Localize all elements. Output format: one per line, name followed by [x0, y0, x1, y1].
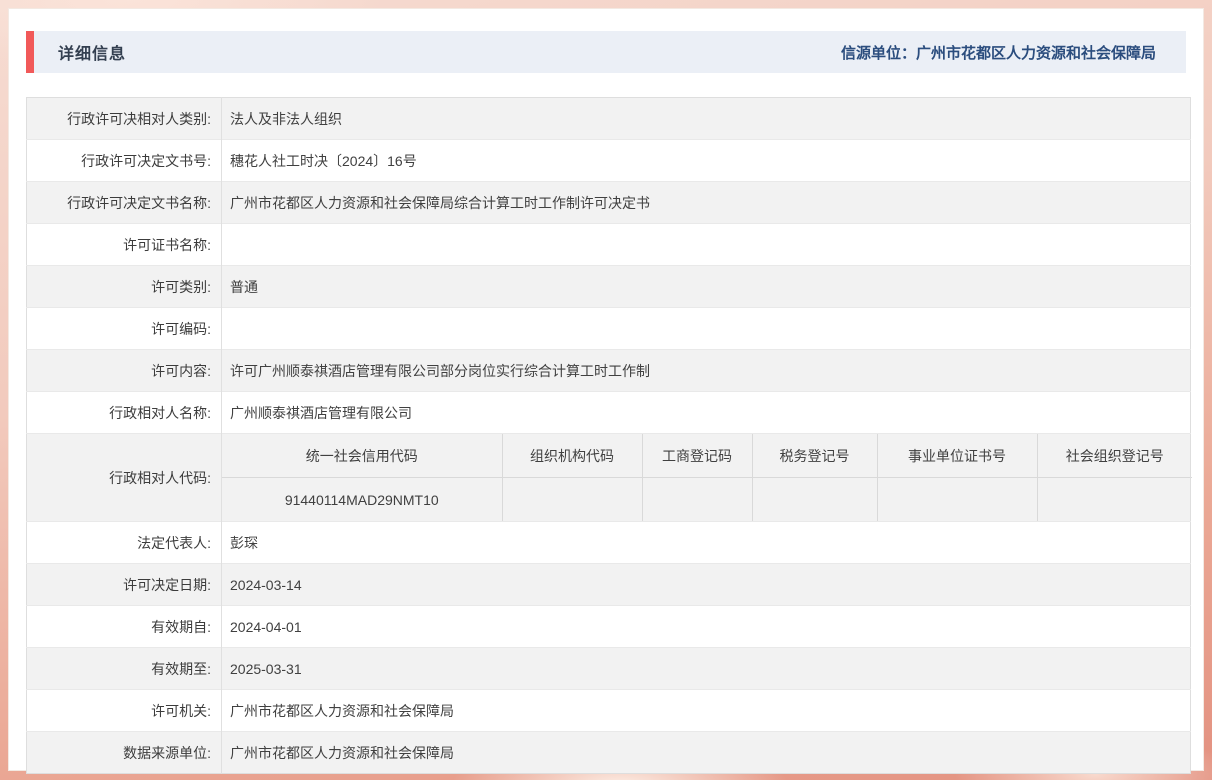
row-value	[222, 308, 1191, 350]
row-value: 彭琛	[230, 534, 258, 551]
row-value: 广州市花都区人力资源和社会保障局综合计算工时工作制许可决定书	[230, 194, 650, 211]
table-row-codes: 行政相对人代码: 统一社会信用代码 组织机构代码 工商登记码 税务登记号 事业单…	[26, 433, 1192, 522]
code-subtable: 统一社会信用代码 组织机构代码 工商登记码 税务登记号 事业单位证书号 社会组织…	[222, 434, 1192, 521]
code-value	[642, 477, 753, 521]
row-label: 数据来源单位:	[26, 731, 222, 774]
row-label: 许可类别:	[26, 265, 222, 308]
table-row: 许可证书名称:	[26, 223, 1191, 266]
row-value: 2024-04-01	[230, 618, 302, 635]
detail-table: 行政许可决相对人类别: 法人及非法人组织 行政许可决定文书号: 穗花人社工时决〔…	[26, 97, 1192, 774]
table-row: 行政许可决定文书名称: 广州市花都区人力资源和社会保障局综合计算工时工作制许可决…	[26, 181, 1191, 224]
row-label: 法定代表人:	[26, 521, 222, 564]
row-label: 行政许可决定文书号:	[26, 139, 222, 182]
row-label: 行政许可决相对人类别:	[26, 97, 222, 140]
row-label: 许可证书名称:	[26, 223, 222, 266]
row-label: 有效期至:	[26, 647, 222, 690]
table-row: 行政许可决定文书号: 穗花人社工时决〔2024〕16号	[26, 139, 1191, 182]
table-row: 许可机关: 广州市花都区人力资源和社会保障局	[26, 689, 1191, 732]
code-value	[752, 477, 878, 521]
row-value	[222, 224, 1191, 266]
code-subtable-cell: 统一社会信用代码 组织机构代码 工商登记码 税务登记号 事业单位证书号 社会组织…	[222, 434, 1192, 522]
code-value	[1037, 478, 1192, 522]
row-value: 法人及非法人组织	[230, 110, 342, 127]
row-label: 许可编码:	[26, 307, 222, 350]
code-column-header: 社会组织登记号	[1037, 434, 1192, 478]
page-background: 详细信息 信源单位：广州市花都区人力资源和社会保障局 行政许可决相对人类别: 法…	[0, 0, 1212, 780]
detail-panel: 详细信息 信源单位：广州市花都区人力资源和社会保障局 行政许可决相对人类别: 法…	[8, 8, 1204, 774]
row-label: 许可机关:	[26, 689, 222, 732]
code-value: 91440114MAD29NMT10	[222, 477, 503, 521]
table-row: 有效期自: 2024-04-01	[26, 605, 1191, 648]
table-row: 许可内容: 许可广州顺泰祺酒店管理有限公司部分岗位实行综合计算工时工作制	[26, 349, 1191, 392]
red-accent-bar	[26, 31, 34, 73]
row-label: 行政相对人名称:	[26, 391, 222, 434]
table-row: 有效期至: 2025-03-31	[26, 647, 1191, 690]
table-row: 行政相对人名称: 广州顺泰祺酒店管理有限公司	[26, 391, 1191, 434]
row-label: 有效期自:	[26, 605, 222, 648]
source-unit-label: 信源单位：广州市花都区人力资源和社会保障局	[840, 44, 1156, 62]
page-title: 详细信息	[58, 46, 127, 63]
code-column-header: 组织机构代码	[502, 434, 643, 478]
section-header: 详细信息 信源单位：广州市花都区人力资源和社会保障局	[26, 31, 1186, 73]
table-row: 数据来源单位: 广州市花都区人力资源和社会保障局	[26, 731, 1191, 774]
table-row: 许可类别: 普通	[26, 265, 1191, 308]
table-row: 行政许可决相对人类别: 法人及非法人组织	[26, 97, 1191, 140]
row-value: 2024-03-14	[230, 576, 302, 593]
row-label: 许可决定日期:	[26, 563, 222, 606]
code-header-row: 统一社会信用代码 组织机构代码 工商登记码 税务登记号 事业单位证书号 社会组织…	[222, 434, 1192, 478]
row-value: 许可广州顺泰祺酒店管理有限公司部分岗位实行综合计算工时工作制	[230, 362, 650, 379]
row-label: 行政许可决定文书名称:	[26, 181, 222, 224]
code-column-header: 工商登记码	[642, 434, 753, 478]
row-label: 许可内容:	[26, 349, 222, 392]
code-column-header: 统一社会信用代码	[222, 434, 503, 478]
row-value: 广州市花都区人力资源和社会保障局	[230, 702, 454, 719]
row-value: 广州顺泰祺酒店管理有限公司	[230, 404, 412, 421]
code-value	[877, 477, 1038, 521]
code-column-header: 税务登记号	[752, 434, 878, 478]
table-row: 许可决定日期: 2024-03-14	[26, 563, 1191, 606]
row-value: 普通	[230, 278, 258, 295]
table-row: 许可编码:	[26, 307, 1191, 350]
row-value: 2025-03-31	[230, 660, 302, 677]
table-row: 法定代表人: 彭琛	[26, 521, 1191, 564]
row-value: 广州市花都区人力资源和社会保障局	[230, 744, 454, 761]
code-column-header: 事业单位证书号	[877, 434, 1038, 478]
code-value	[502, 477, 643, 521]
row-value: 穗花人社工时决〔2024〕16号	[230, 152, 417, 169]
code-value-row: 91440114MAD29NMT10	[222, 477, 1192, 522]
row-label: 行政相对人代码:	[26, 433, 222, 522]
